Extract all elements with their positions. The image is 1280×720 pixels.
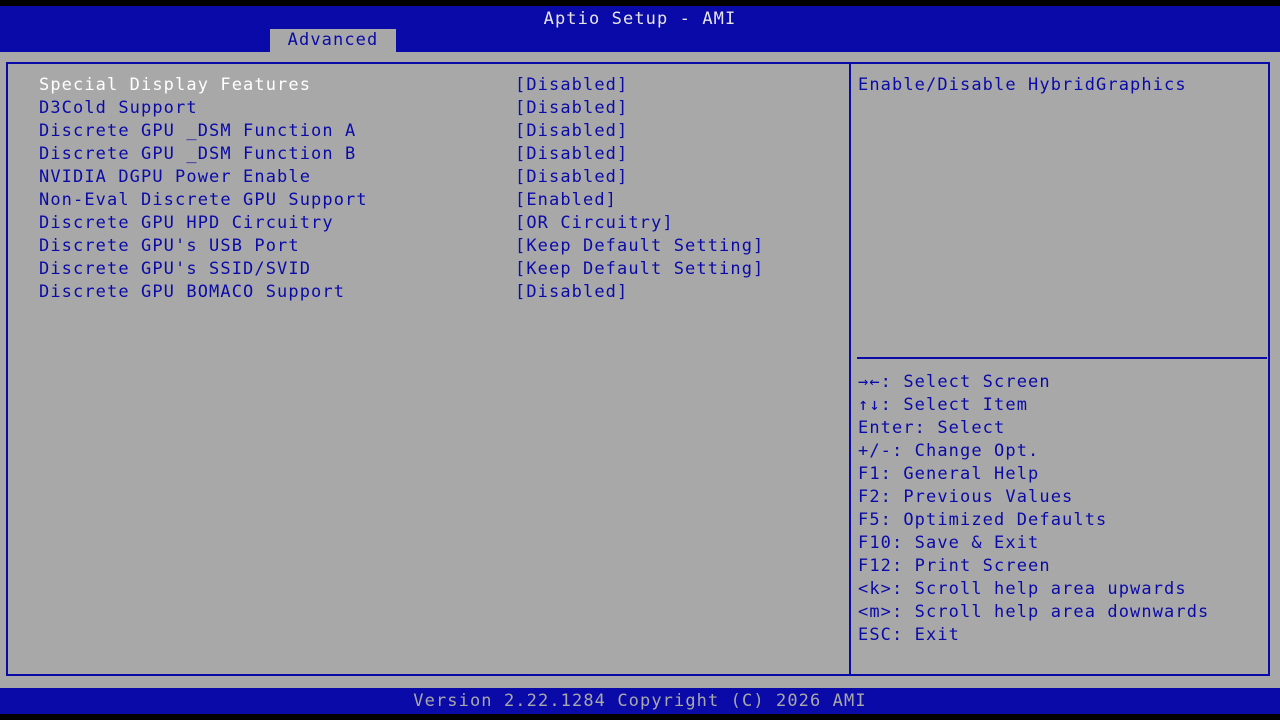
setting-label: Discrete GPU's USB Port — [39, 236, 300, 256]
setting-value[interactable]: [Disabled] — [515, 166, 628, 189]
setting-label: Special Display Features — [39, 75, 312, 95]
setting-value[interactable]: [OR Circuitry] — [515, 212, 674, 235]
setting-label: Discrete GPU's SSID/SVID — [39, 259, 312, 279]
key-hint-select-item: ↑↓: Select Item — [858, 395, 1029, 415]
key-hint-change-opt: +/-: Change Opt. — [858, 441, 1040, 461]
key-hint-print-screen: F12: Print Screen — [858, 556, 1051, 576]
setting-value[interactable]: [Enabled] — [515, 189, 617, 212]
setting-value[interactable]: [Disabled] — [515, 120, 628, 143]
setting-label: Non-Eval Discrete GPU Support — [39, 190, 368, 210]
setting-label: Discrete GPU HPD Circuitry — [39, 213, 334, 233]
setting-row-hpd-circuitry[interactable]: Discrete GPU HPD Circuitry [OR Circuitry… — [39, 212, 839, 235]
key-hint-general-help: F1: General Help — [858, 464, 1040, 484]
tab-advanced[interactable]: Advanced — [270, 29, 396, 52]
key-hint-save-exit: F10: Save & Exit — [858, 533, 1040, 553]
setting-value[interactable]: [Disabled] — [515, 97, 628, 120]
setting-row-non-eval-dgpu-support[interactable]: Non-Eval Discrete GPU Support [Enabled] — [39, 189, 839, 212]
setting-row-dsm-function-b[interactable]: Discrete GPU _DSM Function B [Disabled] — [39, 143, 839, 166]
setting-label: D3Cold Support — [39, 98, 198, 118]
setting-label: Discrete GPU _DSM Function A — [39, 121, 357, 141]
app-title: Aptio Setup - AMI — [543, 9, 737, 29]
key-hint-previous-values: F2: Previous Values — [858, 487, 1074, 507]
key-hint-optimized-defaults: F5: Optimized Defaults — [858, 510, 1108, 530]
setting-label: NVIDIA DGPU Power Enable — [39, 167, 312, 187]
setting-row-nvidia-dgpu-power[interactable]: NVIDIA DGPU Power Enable [Disabled] — [39, 166, 839, 189]
key-hint-enter: Enter: Select — [858, 418, 1006, 438]
version-footer: Version 2.22.1284 Copyright (C) 2026 AMI — [0, 688, 1280, 714]
setting-value[interactable]: [Keep Default Setting] — [515, 235, 764, 258]
setting-value[interactable]: [Disabled] — [515, 281, 628, 304]
setting-row-bomaco-support[interactable]: Discrete GPU BOMACO Support [Disabled] — [39, 281, 839, 304]
setting-row-d3cold-support[interactable]: D3Cold Support [Disabled] — [39, 97, 839, 120]
key-hint-scroll-up: <k>: Scroll help area upwards — [858, 579, 1187, 599]
setting-value[interactable]: [Keep Default Setting] — [515, 258, 764, 281]
setting-row-ssid-svid[interactable]: Discrete GPU's SSID/SVID [Keep Default S… — [39, 258, 839, 281]
key-hint-select-screen: →←: Select Screen — [858, 372, 1051, 392]
vertical-divider — [849, 62, 851, 676]
key-hint-esc-exit: ESC: Exit — [858, 625, 961, 645]
help-divider — [857, 357, 1267, 359]
key-hint-scroll-down: <m>: Scroll help area downwards — [858, 602, 1210, 622]
header-bar: Aptio Setup - AMI Advanced — [0, 6, 1280, 52]
setting-label: Discrete GPU BOMACO Support — [39, 282, 346, 302]
setting-row-dsm-function-a[interactable]: Discrete GPU _DSM Function A [Disabled] — [39, 120, 839, 143]
help-description: Enable/Disable HybridGraphics — [858, 75, 1187, 95]
setting-value[interactable]: [Disabled] — [515, 143, 628, 166]
setting-label: Discrete GPU _DSM Function B — [39, 144, 357, 164]
setting-row-usb-port[interactable]: Discrete GPU's USB Port [Keep Default Se… — [39, 235, 839, 258]
setting-value[interactable]: [Disabled] — [515, 74, 628, 97]
setting-row-special-display-features[interactable]: Special Display Features [Disabled] — [39, 74, 839, 97]
bottom-border — [0, 714, 1280, 720]
main-panel: Special Display Features [Disabled] D3Co… — [0, 52, 1280, 688]
